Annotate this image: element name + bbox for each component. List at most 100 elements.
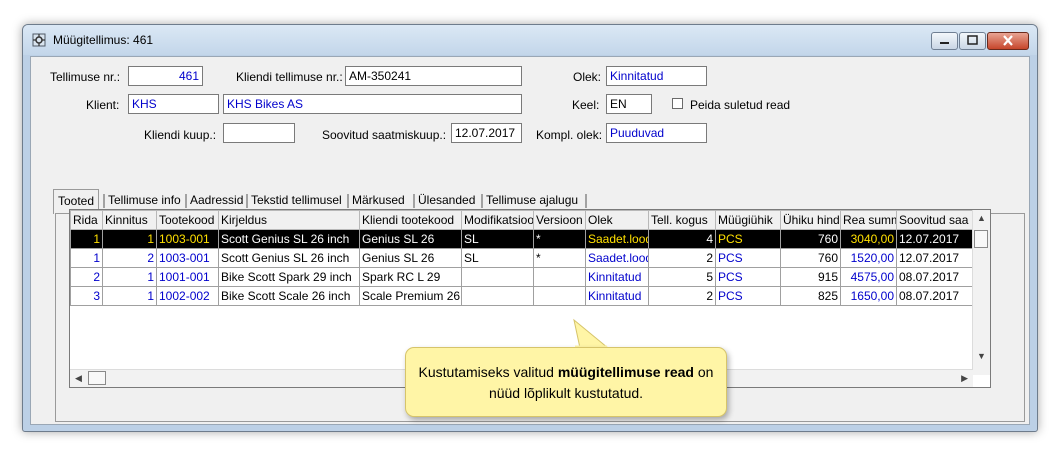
cell-quantity[interactable]: 2 [648, 248, 716, 268]
client-label: Klient: [86, 98, 120, 112]
complete-status-field[interactable]: Puuduvad [606, 123, 707, 143]
col-header-desired-date[interactable]: Soovitud saa [896, 210, 976, 230]
cell-row-no[interactable]: 2 [70, 267, 103, 287]
cell-description[interactable]: Bike Scott Scale 26 inch [218, 286, 360, 306]
col-header-modification[interactable]: Modifikatsioo [461, 210, 534, 230]
cell-client-product-code[interactable]: Genius SL 26 [359, 248, 462, 268]
table-row[interactable]: 2 1 1001-001 Bike Scott Spark 29 inch Sp… [70, 267, 976, 287]
cell-row-sum[interactable]: 1650,00 [840, 286, 897, 306]
vertical-scrollbar[interactable]: ▲ ▼ [972, 210, 990, 375]
cell-unit[interactable]: PCS [715, 267, 781, 287]
col-header-row-sum[interactable]: Rea summ [840, 210, 897, 230]
cell-desired-date[interactable]: 08.07.2017 [896, 267, 976, 287]
cell-unit[interactable]: PCS [715, 286, 781, 306]
complete-status-label: Kompl. olek: [536, 128, 603, 142]
cell-product-code[interactable]: 1002-002 [156, 286, 219, 306]
info-callout: Kustutamiseks valitud müügitellimuse rea… [405, 347, 727, 417]
minimize-button[interactable] [931, 32, 958, 50]
cell-status[interactable]: Saadet.lood [585, 229, 649, 249]
scroll-up-icon[interactable]: ▲ [977, 213, 986, 223]
cell-version[interactable]: * [533, 229, 586, 249]
cell-unit[interactable]: PCS [715, 229, 781, 249]
cell-confirmation[interactable]: 1 [102, 286, 157, 306]
desired-date-field[interactable]: 12.07.2017 [451, 123, 522, 143]
cell-confirmation[interactable]: 1 [102, 267, 157, 287]
cell-description[interactable]: Scott Genius SL 26 inch [218, 248, 360, 268]
col-header-status[interactable]: Olek [585, 210, 649, 230]
col-header-unit[interactable]: Müügiühik [715, 210, 781, 230]
cell-row-sum[interactable]: 4575,00 [840, 267, 897, 287]
cell-client-product-code[interactable]: Scale Premium 26 [359, 286, 462, 306]
cell-row-sum[interactable]: 3040,00 [840, 229, 897, 249]
cell-client-product-code[interactable]: Genius SL 26 [359, 229, 462, 249]
cell-product-code[interactable]: 1003-001 [156, 229, 219, 249]
hide-closed-label: Peida suletud read [690, 98, 791, 112]
col-header-version[interactable]: Versioon [533, 210, 586, 230]
cell-quantity[interactable]: 5 [648, 267, 716, 287]
order-no-field[interactable]: 461 [128, 66, 203, 86]
col-header-confirmation[interactable]: Kinnitus [102, 210, 157, 230]
cell-unit[interactable]: PCS [715, 248, 781, 268]
cell-status[interactable]: Kinnitatud [585, 267, 649, 287]
vertical-scroll-thumb[interactable] [974, 230, 988, 248]
title-bar[interactable]: Müügitellimus: 461 [23, 25, 1037, 55]
client-name-field[interactable]: KHS Bikes AS [223, 94, 522, 114]
cell-product-code[interactable]: 1003-001 [156, 248, 219, 268]
cell-desired-date[interactable]: 12.07.2017 [896, 248, 976, 268]
cell-desired-date[interactable]: 08.07.2017 [896, 286, 976, 306]
scroll-down-icon[interactable]: ▼ [977, 351, 986, 361]
cell-row-no[interactable]: 1 [70, 229, 103, 249]
cell-row-no[interactable]: 1 [70, 248, 103, 268]
table-row[interactable]: 1 2 1003-001 Scott Genius SL 26 inch Gen… [70, 248, 976, 268]
client-order-field[interactable]: AM-350241 [345, 66, 522, 86]
cell-version[interactable] [533, 286, 586, 306]
callout-text-before: Kustutamiseks valitud [418, 364, 558, 380]
col-header-quantity[interactable]: Tell. kogus [648, 210, 716, 230]
scroll-right-icon[interactable]: ▶ [961, 373, 968, 384]
cell-status[interactable]: Saadet.lood [585, 248, 649, 268]
cell-confirmation[interactable]: 2 [102, 248, 157, 268]
purchase-date-field[interactable] [223, 123, 295, 143]
col-header-row-no[interactable]: Rida [70, 210, 103, 230]
cell-modification[interactable]: SL [461, 248, 534, 268]
cell-row-no[interactable]: 3 [70, 286, 103, 306]
maximize-button[interactable] [959, 32, 986, 50]
cell-status[interactable]: Kinnitatud [585, 286, 649, 306]
table-row[interactable]: 3 1 1002-002 Bike Scott Scale 26 inch Sc… [70, 286, 976, 306]
cell-unit-price[interactable]: 825 [780, 286, 841, 306]
cell-client-product-code[interactable]: Spark RC L 29 [359, 267, 462, 287]
col-header-description[interactable]: Kirjeldus [218, 210, 360, 230]
cell-confirmation[interactable]: 1 [102, 229, 157, 249]
status-field[interactable]: Kinnitatud [606, 66, 707, 86]
cell-product-code[interactable]: 1001-001 [156, 267, 219, 287]
cell-unit-price[interactable]: 760 [780, 229, 841, 249]
cell-description[interactable]: Bike Scott Spark 29 inch [218, 267, 360, 287]
cell-modification[interactable] [461, 267, 534, 287]
horizontal-scroll-thumb[interactable] [88, 371, 106, 385]
cell-desired-date[interactable]: 12.07.2017 [896, 229, 976, 249]
col-header-product-code[interactable]: Tootekood [156, 210, 219, 230]
col-header-unit-price[interactable]: Ühiku hind [780, 210, 841, 230]
maximize-icon [967, 35, 978, 45]
cell-unit-price[interactable]: 760 [780, 248, 841, 268]
language-field[interactable]: EN [606, 94, 652, 114]
cell-modification[interactable]: SL [461, 229, 534, 249]
table-row-selected[interactable]: 1 1 1003-001 Scott Genius SL 26 inch Gen… [70, 229, 976, 249]
cell-version[interactable] [533, 267, 586, 287]
close-button[interactable] [987, 32, 1029, 50]
table-header-row: Rida Kinnitus Tootekood Kirjeldus Kliend… [70, 210, 976, 230]
cell-version[interactable]: * [533, 248, 586, 268]
callout-text-bold: müügitellimuse read [557, 364, 694, 380]
cell-quantity[interactable]: 2 [648, 286, 716, 306]
scroll-left-icon[interactable]: ◀ [75, 373, 82, 384]
desired-date-label: Soovitud saatmiskuup.: [322, 128, 447, 142]
order-lines-table: Rida Kinnitus Tootekood Kirjeldus Kliend… [70, 210, 976, 306]
client-code-field[interactable]: KHS [128, 94, 219, 114]
col-header-client-product-code[interactable]: Kliendi tootekood [359, 210, 462, 230]
hide-closed-checkbox[interactable] [672, 98, 683, 109]
cell-description[interactable]: Scott Genius SL 26 inch [218, 229, 360, 249]
cell-modification[interactable] [461, 286, 534, 306]
cell-quantity[interactable]: 4 [648, 229, 716, 249]
cell-row-sum[interactable]: 1520,00 [840, 248, 897, 268]
cell-unit-price[interactable]: 915 [780, 267, 841, 287]
